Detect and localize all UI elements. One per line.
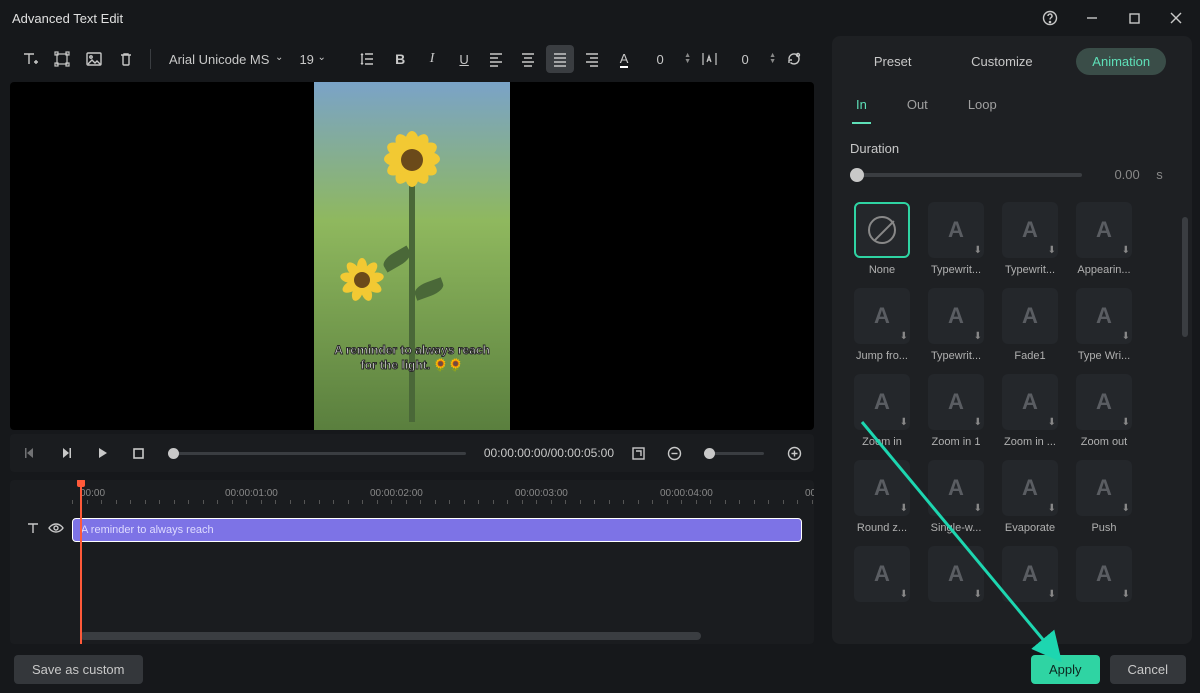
font-family-select[interactable]: Arial Unicode MS xyxy=(161,48,287,71)
crop-icon[interactable] xyxy=(626,441,650,465)
close-icon[interactable] xyxy=(1164,6,1188,30)
timeline[interactable]: 00:00 00:00:01:00 00:00:02:00 00:00:03:0… xyxy=(10,480,814,644)
align-right-icon[interactable] xyxy=(578,45,606,73)
playback-slider[interactable] xyxy=(168,452,466,455)
animation-label: Zoom in ... xyxy=(998,436,1062,448)
animation-item[interactable]: A⬇Appearin... xyxy=(1072,202,1136,276)
animation-item[interactable]: AFade1 xyxy=(998,288,1062,362)
font-size-select[interactable]: 19 xyxy=(291,48,329,71)
delete-icon[interactable] xyxy=(112,45,140,73)
animation-item[interactable]: A⬇Single-w... xyxy=(924,460,988,534)
zoom-in-icon[interactable] xyxy=(782,441,806,465)
minimize-icon[interactable] xyxy=(1080,6,1104,30)
line-height-input[interactable] xyxy=(727,52,763,67)
footer: Save as custom Apply Cancel xyxy=(0,645,1200,693)
italic-icon[interactable]: I xyxy=(418,45,446,73)
window-title: Advanced Text Edit xyxy=(12,11,123,26)
title-bar: Advanced Text Edit xyxy=(0,0,1200,36)
animation-label: Single-w... xyxy=(924,522,988,534)
animation-item[interactable]: A⬇Push xyxy=(1072,460,1136,534)
underline-icon[interactable]: U xyxy=(450,45,478,73)
animation-item[interactable]: A⬇Typewrit... xyxy=(924,202,988,276)
next-frame-button[interactable] xyxy=(54,441,78,465)
animation-label: Appearin... xyxy=(1072,264,1136,276)
reset-format-icon[interactable] xyxy=(780,45,808,73)
letter-spacing-input[interactable] xyxy=(642,52,678,67)
animation-label: Fade1 xyxy=(998,350,1062,362)
letter-spacing-spinner[interactable]: ▲▼ xyxy=(684,53,691,65)
subtab-out[interactable]: Out xyxy=(903,89,932,124)
animation-item[interactable]: A⬇Evaporate xyxy=(998,460,1062,534)
zoom-slider[interactable] xyxy=(704,452,764,455)
animation-item[interactable]: A⬇Typewrit... xyxy=(998,202,1062,276)
line-height-spinner[interactable]: ▲▼ xyxy=(769,53,776,65)
animation-label: Evaporate xyxy=(998,522,1062,534)
duration-unit: s xyxy=(1156,167,1163,182)
maximize-icon[interactable] xyxy=(1122,6,1146,30)
help-icon[interactable] xyxy=(1038,6,1062,30)
add-text-icon[interactable] xyxy=(16,45,44,73)
duration-slider[interactable] xyxy=(850,173,1082,177)
tab-customize[interactable]: Customize xyxy=(955,48,1048,75)
apply-button[interactable]: Apply xyxy=(1031,655,1100,684)
panel-scrollbar[interactable] xyxy=(1182,217,1188,637)
time-display: 00:00:00:00/00:00:05:00 xyxy=(484,446,614,460)
duration-value: 0.00 xyxy=(1114,167,1139,182)
play-button[interactable] xyxy=(90,441,114,465)
animation-label: Typewrit... xyxy=(998,264,1062,276)
align-left-icon[interactable] xyxy=(482,45,510,73)
properties-panel: Preset Customize Animation In Out Loop D… xyxy=(832,36,1192,644)
save-as-custom-button[interactable]: Save as custom xyxy=(14,655,143,684)
playhead[interactable] xyxy=(80,480,82,644)
animation-label: Zoom out xyxy=(1072,436,1136,448)
subtab-in[interactable]: In xyxy=(852,89,871,124)
animation-label: Round z... xyxy=(850,522,914,534)
playback-controls: 00:00:00:00/00:00:05:00 xyxy=(10,434,814,472)
animation-label: Zoom in xyxy=(850,436,914,448)
animation-item[interactable]: A⬇Zoom out xyxy=(1072,374,1136,448)
text-toolbar: Arial Unicode MS 19 B I U A ▲▼ ▲▼ xyxy=(10,36,814,82)
animation-item[interactable]: A⬇Zoom in ... xyxy=(998,374,1062,448)
align-justify-icon[interactable] xyxy=(546,45,574,73)
animation-item[interactable]: None xyxy=(850,202,914,276)
animation-item[interactable]: A⬇ xyxy=(1072,546,1136,608)
animation-item[interactable]: A⬇Zoom in xyxy=(850,374,914,448)
text-track-icon[interactable] xyxy=(26,521,40,540)
animation-label: Type Wri... xyxy=(1072,350,1136,362)
stop-button[interactable] xyxy=(126,441,150,465)
char-spacing-icon[interactable] xyxy=(695,45,723,73)
animation-label: Typewrit... xyxy=(924,350,988,362)
animation-item[interactable]: A⬇ xyxy=(924,546,988,608)
subtab-loop[interactable]: Loop xyxy=(964,89,1001,124)
video-preview[interactable]: A reminder to always reach for the light… xyxy=(10,82,814,430)
line-spacing-icon[interactable] xyxy=(354,45,382,73)
text-color-icon[interactable]: A xyxy=(610,45,638,73)
duration-label: Duration xyxy=(850,141,1174,156)
text-clip[interactable]: A reminder to always reach xyxy=(72,518,802,542)
animation-label: Jump fro... xyxy=(850,350,914,362)
animation-label: Zoom in 1 xyxy=(924,436,988,448)
animation-item[interactable]: A⬇Type Wri... xyxy=(1072,288,1136,362)
animation-label: Push xyxy=(1072,522,1136,534)
animation-item[interactable]: A⬇Jump fro... xyxy=(850,288,914,362)
visibility-icon[interactable] xyxy=(48,521,64,540)
animation-label: Typewrit... xyxy=(924,264,988,276)
animation-item[interactable]: A⬇Round z... xyxy=(850,460,914,534)
transform-icon[interactable] xyxy=(48,45,76,73)
image-icon[interactable] xyxy=(80,45,108,73)
tab-animation[interactable]: Animation xyxy=(1076,48,1166,75)
bold-icon[interactable]: B xyxy=(386,45,414,73)
caption-overlay: A reminder to always reach for the light… xyxy=(314,343,510,374)
prev-frame-button[interactable] xyxy=(18,441,42,465)
animation-label: None xyxy=(850,264,914,276)
animation-item[interactable]: A⬇Typewrit... xyxy=(924,288,988,362)
timeline-scrollbar[interactable] xyxy=(80,632,802,640)
align-center-icon[interactable] xyxy=(514,45,542,73)
zoom-out-icon[interactable] xyxy=(662,441,686,465)
cancel-button[interactable]: Cancel xyxy=(1110,655,1186,684)
animation-item[interactable]: A⬇ xyxy=(998,546,1062,608)
animation-item[interactable]: A⬇Zoom in 1 xyxy=(924,374,988,448)
tab-preset[interactable]: Preset xyxy=(858,48,928,75)
animation-item[interactable]: A⬇ xyxy=(850,546,914,608)
